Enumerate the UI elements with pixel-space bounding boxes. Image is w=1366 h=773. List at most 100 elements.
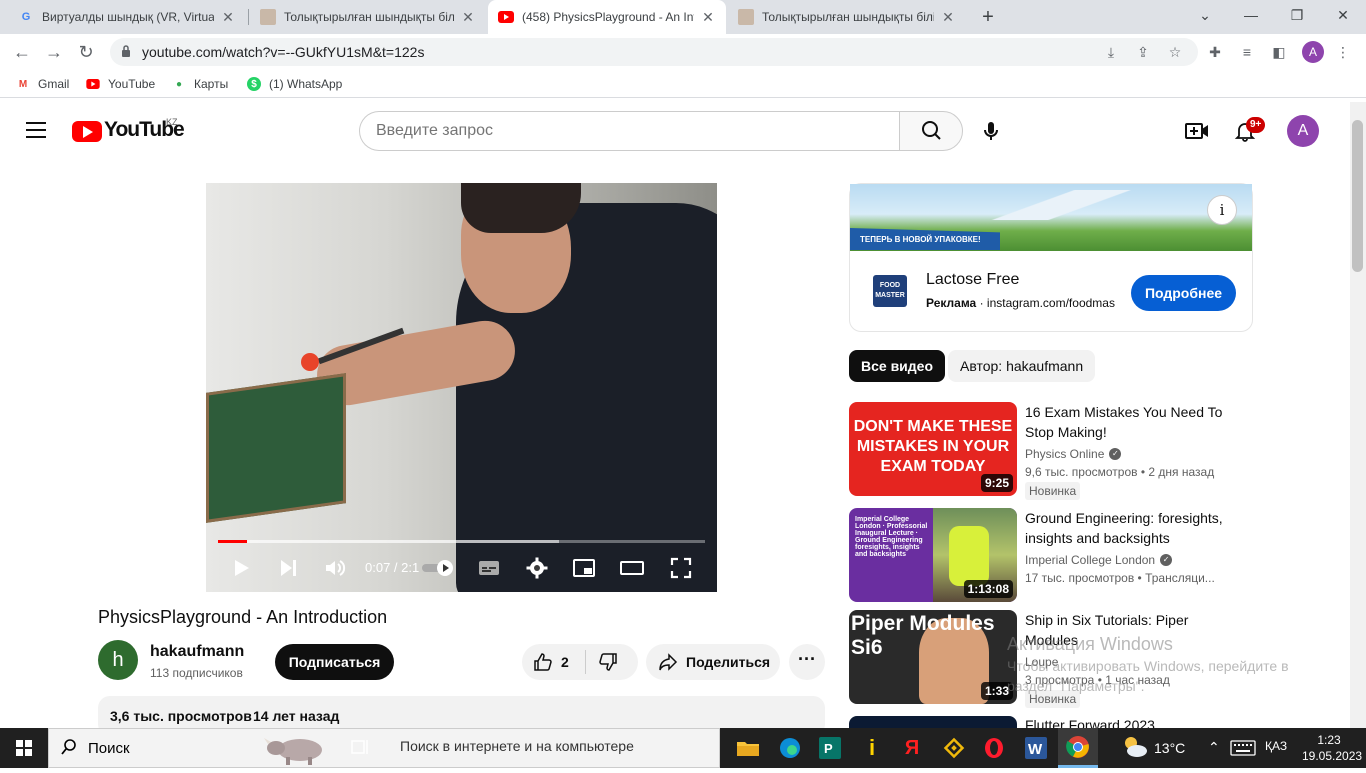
- related-title[interactable]: Flutter Forward 2023: [1025, 715, 1235, 728]
- bookmark-whatsapp[interactable]: $ (1) WhatsApp: [247, 77, 342, 91]
- binance-icon[interactable]: [934, 728, 974, 768]
- maximize-button[interactable]: ❐: [1274, 0, 1320, 30]
- yellow-i-icon[interactable]: i: [852, 728, 892, 768]
- chip-all-videos[interactable]: Все видео: [849, 350, 946, 382]
- next-video-icon[interactable]: [276, 556, 300, 580]
- chrome-icon[interactable]: [1058, 728, 1098, 768]
- edge-icon[interactable]: [770, 728, 810, 768]
- thumbnail-text: Piper Modules Si6: [851, 612, 995, 659]
- tab-youtube-active[interactable]: (458) PhysicsPlayground - An Intr ✕: [488, 0, 726, 34]
- close-icon[interactable]: ✕: [460, 9, 476, 26]
- close-icon[interactable]: ✕: [940, 9, 956, 26]
- share-label[interactable]: Поделиться: [686, 654, 770, 670]
- bookmark-star-icon[interactable]: ☆: [1166, 43, 1184, 61]
- more-actions-button[interactable]: ···: [789, 644, 825, 680]
- chevron-up-icon[interactable]: ⌃: [1208, 739, 1220, 756]
- install-app-icon[interactable]: ⤓: [1102, 43, 1120, 61]
- related-thumbnail[interactable]: [849, 716, 1017, 728]
- lock-icon[interactable]: [121, 45, 131, 57]
- close-window-button[interactable]: ✕: [1320, 0, 1366, 30]
- ad-info-icon[interactable]: i: [1207, 195, 1237, 225]
- new-tab-button[interactable]: +: [975, 4, 1001, 30]
- settings-gear-icon[interactable]: [525, 556, 549, 580]
- share-arrow-icon[interactable]: [658, 652, 678, 672]
- input-language[interactable]: ҚАЗ: [1265, 739, 1287, 753]
- opera-icon[interactable]: [974, 728, 1014, 768]
- volume-icon[interactable]: [323, 556, 347, 580]
- subtitles-icon[interactable]: [477, 556, 501, 580]
- new-badge: Новинка: [1025, 482, 1081, 500]
- menu-kebab-icon[interactable]: ⋮: [1334, 43, 1352, 61]
- create-video-button[interactable]: [1185, 120, 1209, 142]
- chip-author[interactable]: Автор: hakaufmann: [948, 350, 1096, 382]
- word-icon[interactable]: W: [1016, 728, 1056, 768]
- guide-menu-button[interactable]: [26, 122, 46, 138]
- scrollbar-thumb[interactable]: [1352, 120, 1363, 272]
- related-title[interactable]: 16 Exam Mistakes You Need To Stop Making…: [1025, 402, 1235, 442]
- related-channel[interactable]: Physics Online ✓: [1025, 447, 1122, 461]
- ad-advertiser-logo[interactable]: FOOD MASTER: [873, 275, 907, 307]
- file-explorer-icon[interactable]: [728, 728, 768, 768]
- yandex-icon[interactable]: Я: [892, 728, 932, 768]
- bookmark-maps[interactable]: ● Карты: [172, 77, 228, 91]
- url-text[interactable]: youtube.com/watch?v=--GUkfYU1sM&t=122s: [142, 44, 424, 60]
- duration-badge: 1:13:08: [963, 580, 1013, 598]
- taskbar-search-hint[interactable]: Поиск в интернете и на компьютере: [400, 738, 634, 754]
- minimize-button[interactable]: —: [1228, 0, 1274, 30]
- tab-ar-1[interactable]: Толықтырылған шындықты білім ✕: [250, 0, 486, 34]
- thumbnail-text: DON'T MAKE THESE MISTAKES IN YOUR EXAM T…: [853, 418, 1013, 475]
- related-channel[interactable]: Imperial College London ✓: [1025, 553, 1173, 567]
- related-thumbnail[interactable]: DON'T MAKE THESE MISTAKES IN YOUR EXAM T…: [849, 402, 1017, 496]
- voice-search-button[interactable]: [975, 115, 1007, 147]
- forward-button[interactable]: →: [42, 40, 66, 64]
- play-icon[interactable]: [229, 556, 253, 580]
- reload-button[interactable]: ↻: [74, 40, 98, 64]
- task-view-icon[interactable]: [350, 737, 370, 757]
- theater-mode-icon[interactable]: [620, 556, 644, 580]
- account-avatar[interactable]: A: [1287, 115, 1319, 147]
- bookmark-youtube[interactable]: YouTube: [86, 77, 155, 91]
- subscribe-button[interactable]: Подписаться: [275, 644, 394, 680]
- start-button[interactable]: [0, 728, 48, 768]
- duration-badge: 9:25: [980, 474, 1013, 492]
- miniplayer-icon[interactable]: [572, 556, 596, 580]
- side-panel-icon[interactable]: ◧: [1270, 43, 1288, 61]
- ad-cta-button[interactable]: Подробнее: [1131, 275, 1236, 311]
- search-button[interactable]: [899, 111, 963, 151]
- close-icon[interactable]: ✕: [220, 9, 236, 26]
- tab-ar-2[interactable]: Толықтырылған шындықты білім ✕: [728, 0, 966, 34]
- taskbar-search-label[interactable]: Поиск: [88, 740, 130, 757]
- share-icon[interactable]: ⇪: [1134, 43, 1152, 61]
- search-input[interactable]: [359, 111, 900, 151]
- activation-watermark-text: Чтобы активировать Windows, перейдите в: [1007, 658, 1289, 674]
- channel-avatar[interactable]: h: [98, 640, 138, 680]
- tab-search-button[interactable]: ⌄: [1182, 0, 1228, 30]
- bookmark-gmail[interactable]: M Gmail: [16, 77, 70, 91]
- related-thumbnail[interactable]: Piper Modules Si6 1:33: [849, 610, 1017, 704]
- publisher-icon[interactable]: P: [810, 728, 850, 768]
- media-control-icon[interactable]: ≡: [1238, 43, 1256, 61]
- tab-title: Толықтырылған шындықты білім: [284, 10, 454, 24]
- channel-name[interactable]: hakaufmann: [150, 643, 244, 661]
- autoplay-toggle-icon[interactable]: [420, 556, 456, 580]
- browser-profile-avatar[interactable]: A: [1302, 41, 1324, 63]
- subscriber-count: 113 подписчиков: [150, 666, 243, 680]
- tab-vr[interactable]: G Виртуалды шындық (VR, Virtual ✕: [8, 0, 246, 34]
- activation-watermark-text: раздел "Параметры".: [1007, 678, 1145, 694]
- youtube-logo-icon[interactable]: [72, 121, 102, 142]
- search-highlight-rhino-icon[interactable]: [262, 730, 332, 766]
- weather-cloud-sun-icon[interactable]: [1120, 734, 1148, 760]
- close-icon[interactable]: ✕: [700, 9, 716, 26]
- keyboard-icon[interactable]: [1230, 740, 1256, 756]
- taskbar-clock[interactable]: 1:23 19.05.2023: [1302, 732, 1362, 764]
- thumbs-up-icon[interactable]: [533, 652, 553, 672]
- fullscreen-icon[interactable]: [669, 556, 693, 580]
- thumbs-down-icon[interactable]: [598, 652, 618, 672]
- weather-temperature[interactable]: 13°C: [1154, 740, 1185, 756]
- related-thumbnail[interactable]: Imperial College London · Professorial I…: [849, 508, 1017, 602]
- related-title[interactable]: Ground Engineering: foresights, insights…: [1025, 508, 1235, 548]
- video-player[interactable]: [206, 183, 717, 592]
- ad-title[interactable]: Lactose Free: [926, 271, 1019, 289]
- back-button[interactable]: ←: [10, 40, 34, 64]
- extensions-icon[interactable]: ✚: [1206, 43, 1224, 61]
